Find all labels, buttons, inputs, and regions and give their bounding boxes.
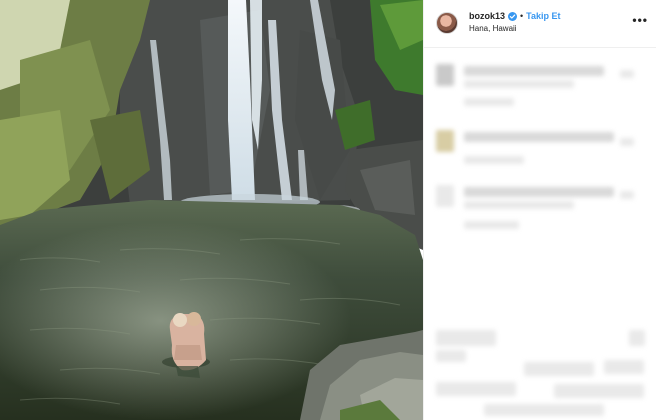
location-link[interactable]: Hana, Hawaii <box>469 25 646 33</box>
instagram-post: bozok13 • Takip Et Hana, Hawaii ••• <box>0 0 656 420</box>
avatar[interactable] <box>436 12 458 34</box>
waterfall-photo <box>0 0 423 420</box>
author-line: bozok13 • Takip Et <box>469 12 646 21</box>
username-link[interactable]: bozok13 <box>469 12 505 21</box>
follow-button[interactable]: Takip Et <box>526 12 560 21</box>
blurred-comment-1 <box>424 50 656 120</box>
blurred-comment-2 <box>424 120 656 175</box>
verified-badge-icon <box>508 12 518 21</box>
blurred-action-bar <box>424 320 656 420</box>
blurred-comment-3 <box>424 175 656 245</box>
post-author-info: bozok13 • Takip Et Hana, Hawaii <box>469 12 646 33</box>
post-header: bozok13 • Takip Et Hana, Hawaii ••• <box>424 0 656 48</box>
more-options-icon[interactable]: ••• <box>632 14 648 26</box>
post-photo[interactable] <box>0 0 423 420</box>
separator-dot: • <box>520 11 524 21</box>
post-side-panel: bozok13 • Takip Et Hana, Hawaii ••• <box>423 0 656 420</box>
